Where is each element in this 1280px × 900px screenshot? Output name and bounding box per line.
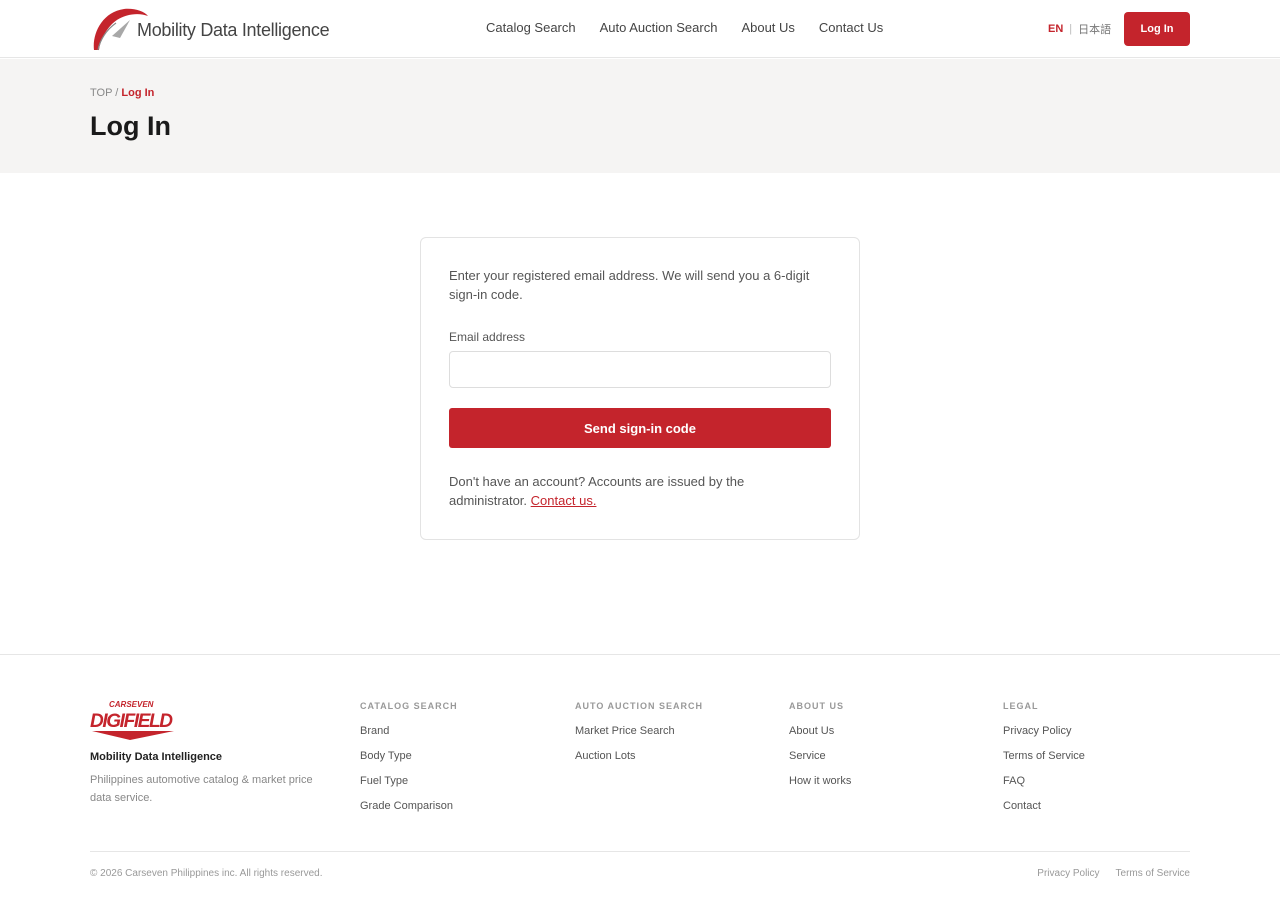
footer-col-legal: LEGAL Privacy Policy Terms of Service FA…: [1003, 701, 1085, 825]
footer-col-title: AUTO AUCTION SEARCH: [575, 701, 704, 711]
footer-col-auto-auction-search: AUTO AUCTION SEARCH Market Price Search …: [575, 701, 703, 775]
footer-description: Philippines automotive catalog & market …: [90, 774, 313, 804]
bottom-link-terms-of-service[interactable]: Terms of Service: [1116, 868, 1190, 879]
account-note-text: Don't have an account? Accounts are issu…: [449, 474, 745, 508]
footer-link-brand[interactable]: Brand: [360, 725, 458, 739]
footer-link-auction-lots[interactable]: Auction Lots: [575, 750, 703, 764]
footer-link-fuel-type[interactable]: Fuel Type: [360, 775, 458, 789]
login-card: Enter your registered email address. We …: [420, 237, 860, 540]
footer-col-title: LEGAL: [1003, 701, 1039, 711]
lang-en[interactable]: EN: [1048, 23, 1063, 35]
send-sign-in-code-button[interactable]: Send sign-in code: [449, 408, 831, 448]
footer-col-title: ABOUT US: [789, 701, 844, 711]
site-footer: CARSEVEN DIGIFIELD Mobility Data Intelli…: [0, 654, 1280, 900]
lang-ja[interactable]: 日本語: [1078, 21, 1111, 37]
contact-us-link[interactable]: Contact us.: [531, 493, 597, 508]
nav-contact-us[interactable]: Contact Us: [819, 20, 883, 35]
breadcrumb: TOP / Log In: [90, 87, 154, 99]
footer-link-terms-of-service[interactable]: Terms of Service: [1003, 750, 1085, 764]
footer-bottom-links: Privacy Policy Terms of Service: [1037, 868, 1190, 879]
footer-logo-top-text: CARSEVEN: [109, 700, 154, 709]
logo-text: Mobility Data Intelligence: [137, 20, 330, 40]
site-logo[interactable]: Mobility Data Intelligence: [90, 6, 330, 52]
footer-logo-main-text: DIGIFIELD: [90, 711, 173, 732]
nav-catalog-search[interactable]: Catalog Search: [486, 20, 576, 35]
copyright: © 2026 Carseven Philippines inc. All rig…: [90, 868, 323, 879]
nav-auto-auction-search[interactable]: Auto Auction Search: [600, 20, 718, 35]
login-instructions: Enter your registered email address. We …: [449, 268, 810, 302]
footer-link-contact[interactable]: Contact: [1003, 800, 1085, 814]
breadcrumb-top[interactable]: TOP: [90, 87, 112, 99]
page-title: Log In: [90, 111, 171, 141]
lang-divider: |: [1069, 23, 1073, 35]
footer-link-grade-comparison[interactable]: Grade Comparison: [360, 800, 458, 814]
footer-link-faq[interactable]: FAQ: [1003, 775, 1085, 789]
site-header: Mobility Data Intelligence Catalog Searc…: [0, 0, 1280, 58]
footer-link-privacy-policy[interactable]: Privacy Policy: [1003, 725, 1085, 739]
footer-link-about-us[interactable]: About Us: [789, 725, 851, 739]
header-login-button[interactable]: Log In: [1124, 12, 1190, 46]
bottom-link-privacy-policy[interactable]: Privacy Policy: [1037, 868, 1099, 879]
footer-link-service[interactable]: Service: [789, 750, 851, 764]
footer-link-body-type[interactable]: Body Type: [360, 750, 458, 764]
email-label: Email address: [449, 330, 526, 344]
footer-brand: Mobility Data Intelligence: [90, 751, 223, 763]
footer-link-how-it-works[interactable]: How it works: [789, 775, 851, 789]
breadcrumb-current: Log In: [121, 87, 155, 99]
footer-col-catalog-search: CATALOG SEARCH Brand Body Type Fuel Type…: [360, 701, 458, 825]
breadcrumb-separator: /: [115, 87, 119, 99]
footer-col-about-us: ABOUT US About Us Service How it works: [789, 701, 851, 800]
account-note: Don't have an account? Accounts are issu…: [449, 472, 819, 510]
email-field[interactable]: [449, 351, 831, 388]
digifield-logo[interactable]: CARSEVEN DIGIFIELD: [90, 699, 176, 741]
footer-link-market-price-search[interactable]: Market Price Search: [575, 725, 703, 739]
main-nav: Catalog Search Auto Auction Search About…: [486, 20, 907, 35]
nav-about-us[interactable]: About Us: [741, 20, 794, 35]
footer-divider: [90, 851, 1190, 852]
footer-col-title: CATALOG SEARCH: [360, 701, 458, 711]
language-switcher: EN | 日本語: [1048, 21, 1111, 37]
page-header-band: TOP / Log In Log In: [0, 59, 1280, 173]
